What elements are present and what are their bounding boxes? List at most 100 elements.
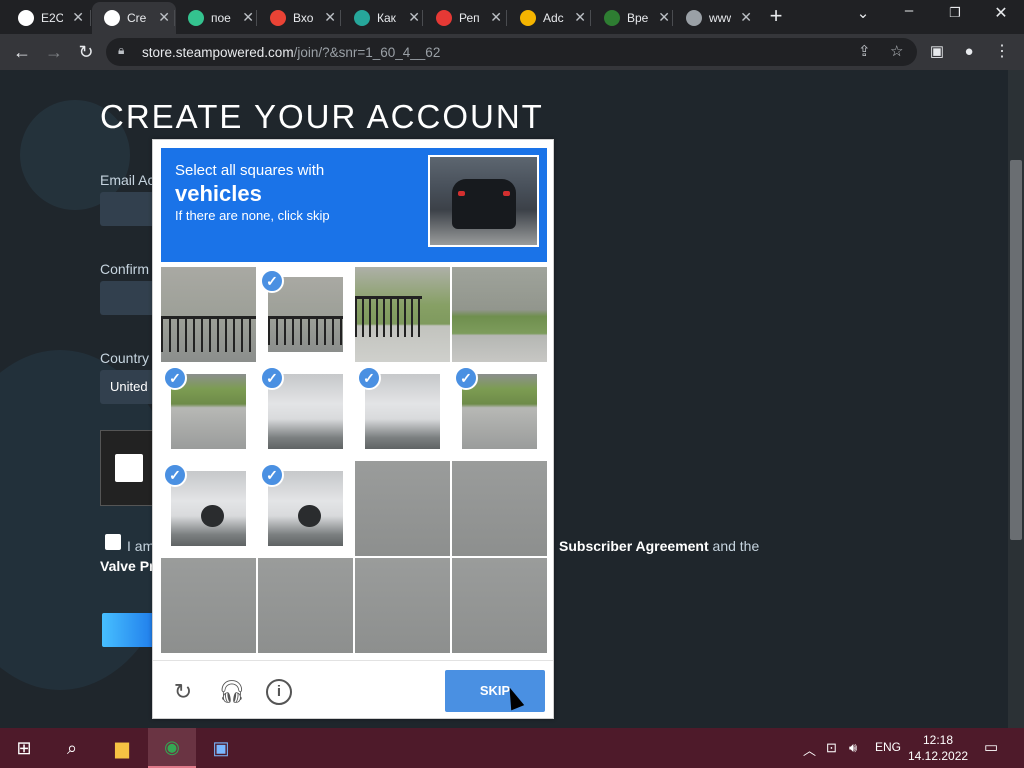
- captcha-tile[interactable]: ✓: [161, 461, 256, 556]
- agree-and-text: and the: [712, 538, 760, 554]
- browser-tab[interactable]: www.na ✕: [674, 2, 758, 34]
- close-tab-icon[interactable]: ✕: [324, 9, 336, 26]
- captcha-footer: ↻ 🎧︎ i SKIP: [153, 660, 553, 718]
- close-tab-icon[interactable]: ✕: [490, 9, 502, 26]
- country-select[interactable]: United: [100, 370, 160, 404]
- browser-tab-strip: E2C✕Cre✕пое✕Вхо✕Как✕Реп✕Adc✕Вре✕www.na✕ …: [0, 0, 1024, 34]
- email-label: Email Ac: [100, 172, 155, 188]
- start-button[interactable]: ⊞: [0, 728, 48, 768]
- close-tab-icon[interactable]: ✕: [740, 9, 752, 26]
- tab-search-icon[interactable]: ⌄: [840, 4, 886, 22]
- captcha-tile[interactable]: [161, 267, 256, 362]
- browser-tab[interactable]: Реп ✕: [424, 2, 508, 34]
- microsoft-icon: [520, 10, 536, 26]
- menu-icon[interactable]: ⋮: [990, 41, 1014, 63]
- browser-tab[interactable]: Вхо ✕: [258, 2, 342, 34]
- checkmark-icon: ✓: [260, 269, 284, 293]
- captcha-tile[interactable]: [355, 558, 450, 653]
- browser-tab[interactable]: Cre ✕: [92, 2, 176, 34]
- clock[interactable]: 12:18 14.12.2022: [908, 732, 968, 764]
- tile-image: [161, 267, 256, 362]
- agree-checkbox[interactable]: [105, 534, 121, 550]
- notifications-icon[interactable]: ▭: [984, 738, 998, 756]
- tile-image: [258, 558, 353, 653]
- captcha-tile[interactable]: ✓: [258, 364, 353, 459]
- confirm-email-field[interactable]: [100, 281, 160, 315]
- info-icon[interactable]: i: [266, 679, 292, 705]
- agree-text: I am: [127, 538, 155, 554]
- captcha-tile[interactable]: ✓: [258, 461, 353, 556]
- forward-icon[interactable]: →: [42, 41, 66, 63]
- back-icon[interactable]: ←: [10, 41, 34, 63]
- tile-image: [452, 558, 547, 653]
- language-indicator[interactable]: ENG: [875, 740, 901, 754]
- browser-tab[interactable]: E2C ✕: [6, 2, 90, 34]
- chrome-icon[interactable]: ◉: [148, 728, 196, 768]
- close-tab-icon[interactable]: ✕: [242, 9, 254, 26]
- close-tab-icon[interactable]: ✕: [72, 9, 84, 26]
- tray-overflow-icon[interactable]: ︿: [803, 740, 816, 759]
- address-bar[interactable]: 🔒︎ store.steampowered.com/join/?&snr=1_6…: [106, 38, 917, 66]
- browser-tab[interactable]: Adc ✕: [508, 2, 592, 34]
- tab-title: Вре: [627, 11, 649, 25]
- url-path: /join/?&snr=1_60_4__62: [293, 45, 441, 60]
- close-tab-icon[interactable]: ✕: [658, 9, 670, 26]
- tile-image: [355, 267, 450, 362]
- captcha-tile[interactable]: [452, 558, 547, 653]
- captcha-tile[interactable]: [355, 267, 450, 362]
- search-icon[interactable]: ⌕: [48, 728, 96, 768]
- country-label: Country: [100, 350, 150, 366]
- checkmark-icon: ✓: [454, 366, 478, 390]
- new-tab-icon[interactable]: +: [764, 5, 788, 27]
- browser-tab[interactable]: Как ✕: [342, 2, 426, 34]
- bookmark-star-icon[interactable]: ☆: [890, 42, 903, 60]
- captcha-header: Select all squares with vehicles If ther…: [161, 148, 547, 262]
- subscriber-agreement-link[interactable]: Subscriber Agreement: [559, 538, 709, 554]
- tab-title: пое: [211, 11, 231, 25]
- refresh-icon[interactable]: ↻: [170, 679, 196, 705]
- checkmark-icon: ✓: [357, 366, 381, 390]
- close-tab-icon[interactable]: ✕: [158, 9, 170, 26]
- lock-icon: 🔒︎: [118, 43, 125, 57]
- scrollbar[interactable]: [1008, 70, 1024, 728]
- captcha-tile[interactable]: [258, 558, 353, 653]
- restore-icon[interactable]: ❐: [932, 5, 978, 21]
- clock-date: 14.12.2022: [908, 749, 969, 763]
- share-icon[interactable]: ⇪: [858, 42, 871, 60]
- close-tab-icon[interactable]: ✕: [574, 9, 586, 26]
- headphones-icon[interactable]: 🎧︎: [218, 679, 246, 705]
- captcha-checkbox[interactable]: [115, 454, 143, 482]
- side-panel-icon[interactable]: ▣: [925, 41, 949, 63]
- close-window-icon[interactable]: ✕: [978, 3, 1024, 23]
- captcha-tile[interactable]: [452, 267, 547, 362]
- captcha-tile[interactable]: ✓: [161, 364, 256, 459]
- captcha-tile[interactable]: [452, 461, 547, 556]
- profile-icon[interactable]: ●: [957, 41, 981, 63]
- captcha-tile[interactable]: ✓: [452, 364, 547, 459]
- tab-title: Adc: [543, 11, 564, 25]
- reload-icon[interactable]: ↻: [74, 41, 98, 63]
- captcha-challenge: Select all squares with vehicles If ther…: [152, 139, 554, 719]
- captcha-tile[interactable]: ✓: [355, 364, 450, 459]
- email-field[interactable]: [100, 192, 160, 226]
- remote-desktop-icon[interactable]: ▣: [197, 728, 245, 768]
- skip-button[interactable]: SKIP: [445, 670, 545, 712]
- captcha-hint: If there are none, click skip: [175, 208, 330, 223]
- network-icon[interactable]: ⊡: [826, 740, 837, 756]
- yandex-icon: [436, 10, 452, 26]
- scrollbar-thumb[interactable]: [1010, 160, 1022, 540]
- tile-image: [452, 267, 547, 362]
- file-explorer-icon[interactable]: ▆: [98, 728, 146, 768]
- valve-privacy-link[interactable]: Valve Pr: [100, 558, 155, 574]
- close-tab-icon[interactable]: ✕: [408, 9, 420, 26]
- checkmark-icon: ✓: [260, 366, 284, 390]
- captcha-tile[interactable]: ✓: [258, 267, 353, 362]
- browser-tab[interactable]: Вре ✕: [592, 2, 676, 34]
- browser-tab[interactable]: пое ✕: [176, 2, 260, 34]
- captcha-tile[interactable]: [355, 461, 450, 556]
- minimize-icon[interactable]: –: [886, 2, 932, 19]
- volume-icon[interactable]: 🔊︎: [849, 740, 857, 756]
- tab-separator: [90, 10, 91, 26]
- tab-title: E2C: [41, 11, 63, 25]
- captcha-tile[interactable]: [161, 558, 256, 653]
